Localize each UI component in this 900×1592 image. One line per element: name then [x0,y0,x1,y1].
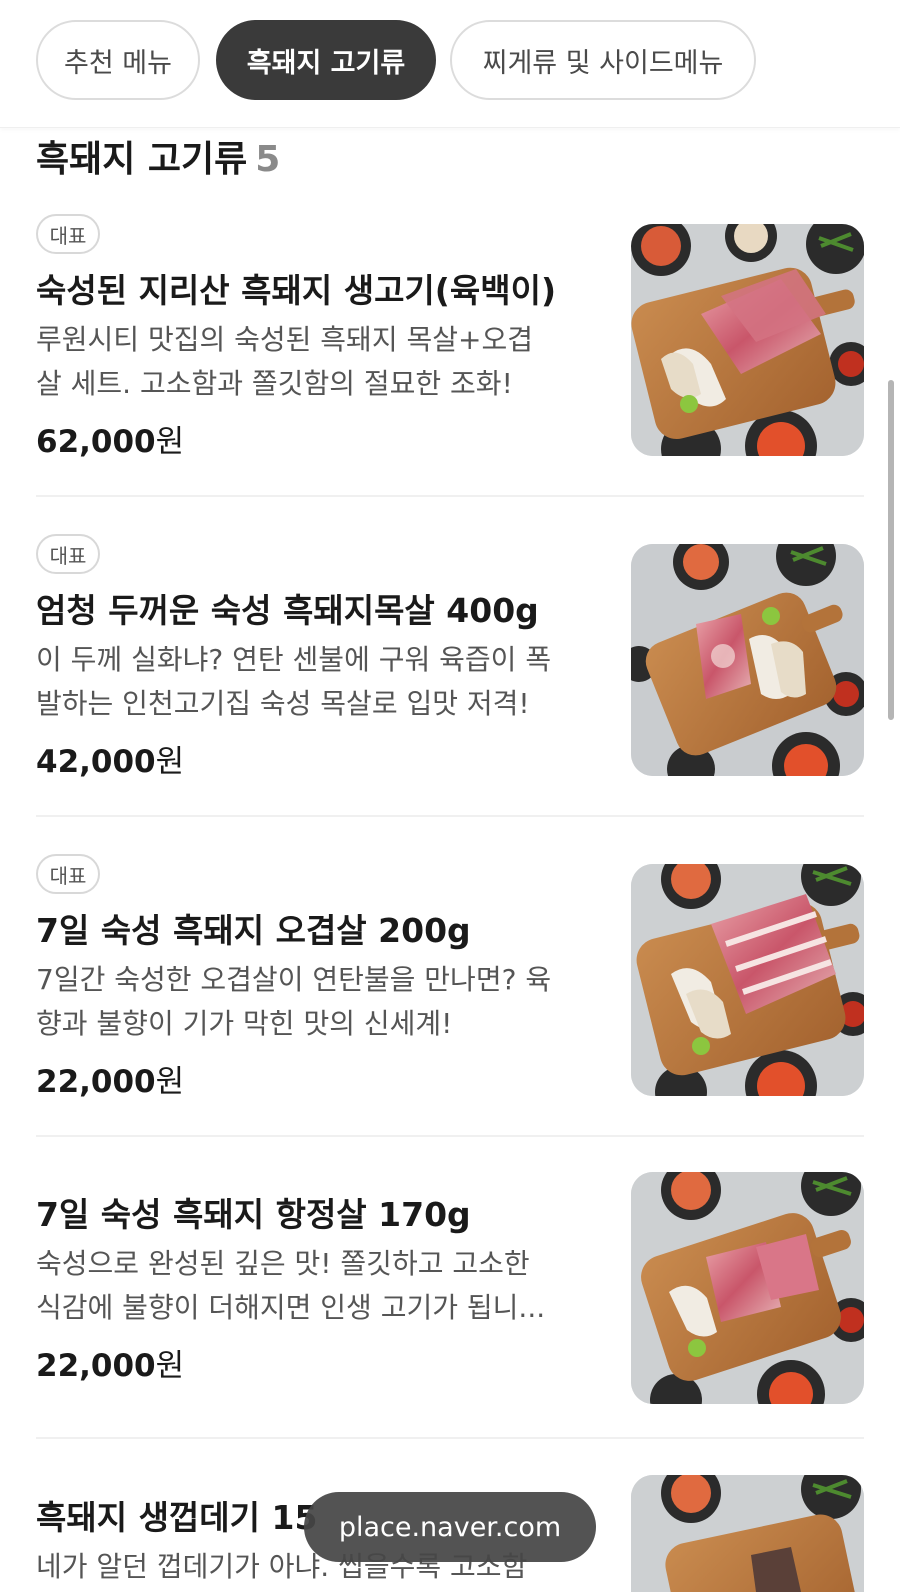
menu-item-description: 이 두께 실화냐? 연탄 센불에 구워 육즙이 폭 발하는 인천고기집 숙성 목… [36,638,596,726]
description-line: 식감에 불향이 더해지면 인생 고기가 됩니... [36,1291,546,1324]
url-toast: place.naver.com [304,1492,596,1562]
representative-badge: 대표 [36,534,100,574]
item-divider [36,815,864,817]
representative-badge: 대표 [36,854,100,894]
pork-skin-photo[interactable] [631,1475,864,1592]
price-currency: 원 [155,1348,185,1384]
item-divider [36,495,864,497]
description-line: 이 두께 실화냐? 연탄 센불에 구워 육즙이 폭 [36,643,552,676]
scrollbar[interactable] [888,380,894,720]
menu-item-name: 7일 숙성 흑돼지 항정살 170g [36,1195,471,1234]
menu-item[interactable]: 7일 숙성 흑돼지 항정살 170g 숙성으로 완성된 깊은 맛! 쫄깃하고 고… [36,1172,864,1422]
item-divider [36,1135,864,1137]
description-line: 루원시티 맛집의 숙성된 흑돼지 목살+오겹 [36,323,533,356]
menu-item-name: 숙성된 지리산 흑돼지 생고기(육백이) [36,271,557,310]
description-line: 7일간 숙성한 오겹살이 연탄불을 만나면? 육 [36,963,552,996]
price-amount: 22,000 [36,1064,156,1100]
menu-item-name: 엄청 두꺼운 숙성 흑돼지목살 400g [36,591,539,630]
description-line: 살 세트. 고소함과 쫄깃함의 절묘한 조화! [36,367,513,400]
representative-badge: 대표 [36,214,100,254]
menu-item-name: 7일 숙성 흑돼지 오겹살 200g [36,911,471,950]
pork-belly-photo[interactable] [631,864,864,1096]
pork-jowl-photo[interactable] [631,1172,864,1404]
menu-item-price: 62,000원 [36,416,184,461]
menu-item-price: 42,000원 [36,736,184,781]
menu-item-description: 루원시티 맛집의 숙성된 흑돼지 목살+오겹 살 세트. 고소함과 쫄깃함의 절… [36,318,596,406]
tab-black-pork[interactable]: 흑돼지 고기류 [216,20,436,100]
price-amount: 42,000 [36,744,156,780]
pork-platter-photo[interactable] [631,224,864,456]
section-title-text: 흑돼지 고기류 [36,139,248,180]
price-currency: 원 [155,1064,185,1100]
menu-item-description: 7일간 숙성한 오겹살이 연탄불을 만나면? 육 향과 불향이 기가 막힌 맛의… [36,958,596,1046]
description-line: 발하는 인천고기집 숙성 목살로 입맛 저격! [36,687,530,720]
price-currency: 원 [155,424,185,460]
price-currency: 원 [155,744,185,780]
category-tab-bar: 추천 메뉴 흑돼지 고기류 찌게류 및 사이드메뉴 [0,0,900,128]
menu-item-name: 흑돼지 생껍데기 15 [36,1498,318,1537]
description-line: 향과 불향이 기가 막힌 맛의 신세계! [36,1007,453,1040]
menu-item-price: 22,000원 [36,1340,184,1385]
menu-item[interactable]: 대표 숙성된 지리산 흑돼지 생고기(육백이) 루원시티 맛집의 숙성된 흑돼지… [36,212,864,462]
pork-neck-photo[interactable] [631,544,864,776]
section-title: 흑돼지 고기류 5 [36,130,280,182]
item-divider [36,1437,864,1439]
tab-recommended-menu[interactable]: 추천 메뉴 [36,20,200,100]
price-amount: 62,000 [36,424,156,460]
menu-item[interactable]: 대표 엄청 두꺼운 숙성 흑돼지목살 400g 이 두께 실화냐? 연탄 센불에… [36,532,864,782]
tab-stew-and-sides[interactable]: 찌게류 및 사이드메뉴 [450,20,756,100]
menu-item[interactable]: 대표 7일 숙성 흑돼지 오겹살 200g 7일간 숙성한 오겹살이 연탄불을 … [36,852,864,1102]
menu-item-price: 22,000원 [36,1056,184,1101]
price-amount: 22,000 [36,1348,156,1384]
section-item-count: 5 [255,139,281,180]
menu-item-description: 숙성으로 완성된 깊은 맛! 쫄깃하고 고소한 식감에 불향이 더해지면 인생 … [36,1242,596,1330]
description-line: 숙성으로 완성된 깊은 맛! 쫄깃하고 고소한 [36,1247,530,1280]
